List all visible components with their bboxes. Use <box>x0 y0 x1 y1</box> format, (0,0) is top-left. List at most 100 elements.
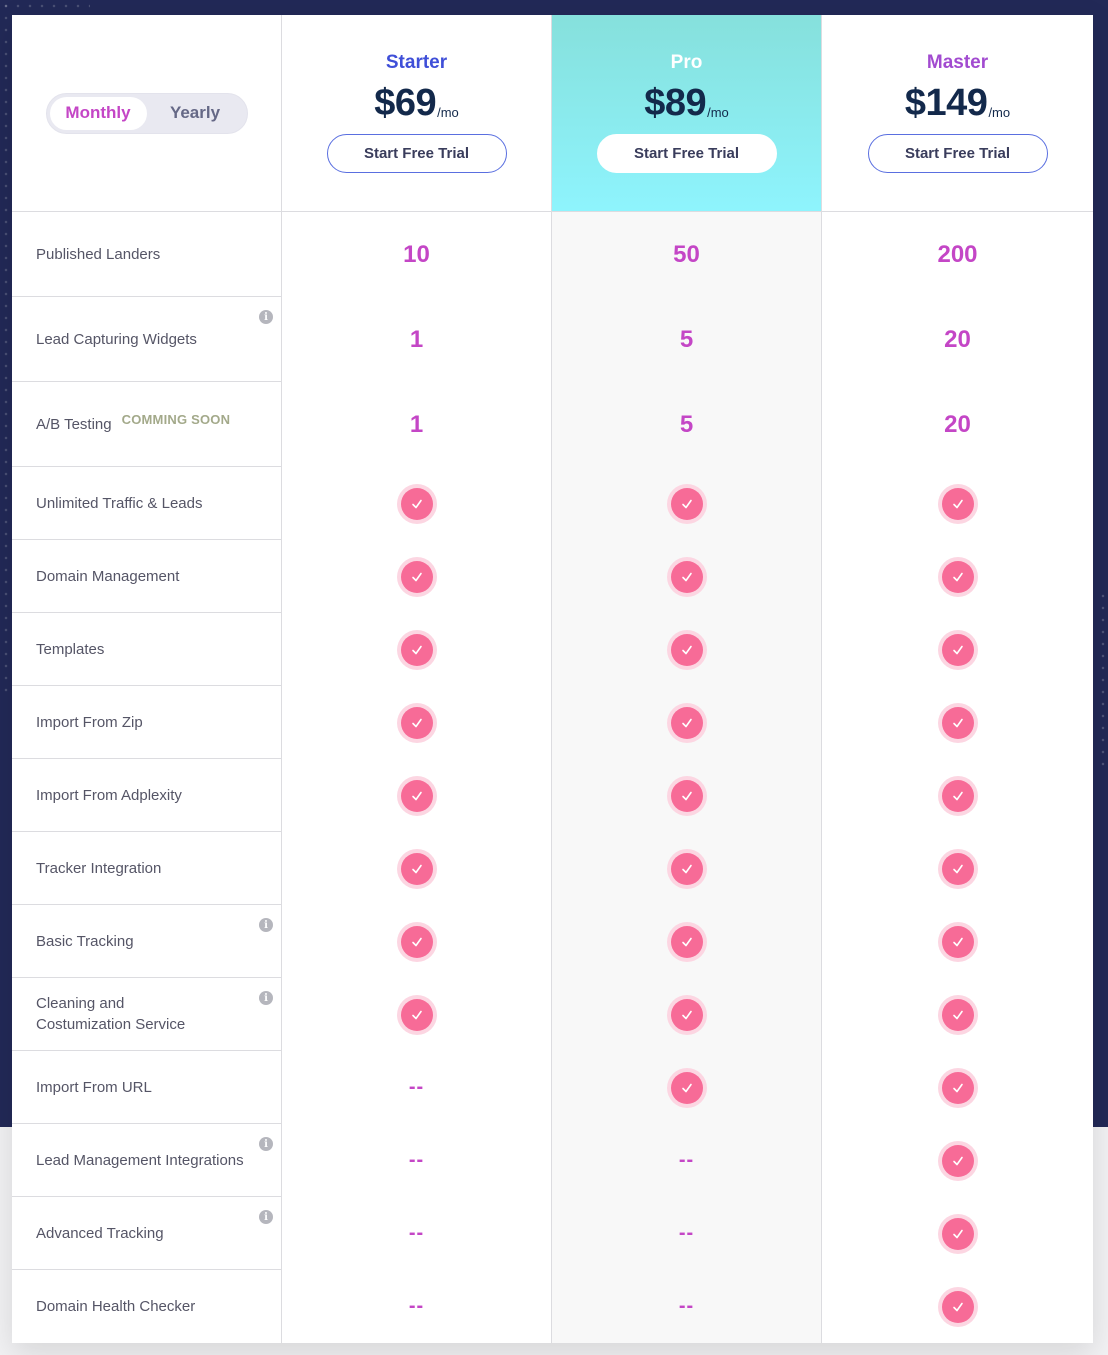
feature-value-cell <box>282 905 552 978</box>
feature-value-cell <box>822 759 1093 832</box>
info-icon[interactable]: i <box>259 991 273 1005</box>
plan-name: Starter <box>385 52 448 73</box>
feature-label-cell: Lead Capturing Widgets i <box>12 297 282 382</box>
feature-value-cell <box>282 540 552 613</box>
check-icon <box>400 925 433 958</box>
info-icon[interactable]: i <box>259 1137 273 1151</box>
feature-row: Templates <box>12 613 1093 686</box>
feature-value-cell <box>822 540 1093 613</box>
feature-label: Unlimited Traffic & Leads <box>36 494 203 512</box>
pricing-table: Monthly Yearly Starter $69 /mo Start Fre… <box>12 15 1093 1343</box>
feature-value-cell <box>282 978 552 1051</box>
check-icon <box>941 1144 974 1177</box>
feature-value-cell <box>552 467 822 540</box>
check-icon <box>941 1217 974 1250</box>
feature-value: 20 <box>944 325 971 353</box>
feature-row: Import From URL -- <box>12 1051 1093 1124</box>
start-free-trial-button[interactable]: Start Free Trial <box>867 134 1048 173</box>
feature-value-cell <box>552 540 822 613</box>
feature-value-cell <box>822 978 1093 1051</box>
feature-value-cell <box>822 1051 1093 1124</box>
billing-toggle[interactable]: Monthly Yearly <box>45 92 248 134</box>
feature-label: Domain Management <box>36 567 180 585</box>
check-icon <box>941 1071 974 1104</box>
check-icon <box>670 1071 703 1104</box>
not-included-dash: -- <box>408 1149 425 1171</box>
feature-value-cell <box>822 686 1093 759</box>
feature-value-cell: 20 <box>822 297 1093 382</box>
check-icon <box>400 779 433 812</box>
check-icon <box>941 706 974 739</box>
plan-name: Pro <box>670 52 703 73</box>
check-icon <box>670 852 703 885</box>
decorative-dots-top <box>0 0 90 14</box>
check-icon <box>941 487 974 520</box>
price-period: /mo <box>437 105 459 120</box>
price-amount: $89 <box>644 82 707 124</box>
feature-label: A/B Testing <box>36 415 112 433</box>
check-icon <box>941 560 974 593</box>
not-included-dash: -- <box>408 1222 425 1244</box>
toggle-monthly[interactable]: Monthly <box>49 96 147 130</box>
feature-value-cell <box>822 905 1093 978</box>
feature-row: Domain Management <box>12 540 1093 613</box>
check-icon <box>670 998 703 1031</box>
pricing-header: Monthly Yearly Starter $69 /mo Start Fre… <box>12 15 1093 212</box>
info-icon[interactable]: i <box>259 310 273 324</box>
feature-row: Tracker Integration <box>12 832 1093 905</box>
feature-label: Lead Capturing Widgets <box>36 330 197 348</box>
feature-label: Import From URL <box>36 1078 152 1096</box>
feature-row: Basic Tracking i <box>12 905 1093 978</box>
price-amount: $69 <box>374 82 437 124</box>
toggle-yearly[interactable]: Yearly <box>147 97 244 130</box>
start-free-trial-button[interactable]: Start Free Trial <box>326 134 507 173</box>
not-included-dash: -- <box>408 1295 425 1317</box>
check-icon <box>941 852 974 885</box>
decorative-dots-right <box>1098 590 1108 770</box>
feature-label-cell: Published Landers <box>12 212 282 297</box>
feature-value-cell <box>822 832 1093 905</box>
feature-value-cell <box>822 1197 1093 1270</box>
check-icon <box>670 487 703 520</box>
check-icon <box>670 779 703 812</box>
start-free-trial-button[interactable]: Start Free Trial <box>596 134 777 173</box>
feature-label-cell: Domain Health Checker <box>12 1270 282 1343</box>
feature-value-cell: -- <box>552 1124 822 1197</box>
plan-master: Master $149 /mo Start Free Trial <box>822 15 1093 211</box>
feature-value-cell <box>822 613 1093 686</box>
feature-value-cell: 20 <box>822 382 1093 467</box>
check-icon <box>400 633 433 666</box>
feature-label-cell: Unlimited Traffic & Leads <box>12 467 282 540</box>
feature-row: A/B Testing COMMING SOON 1 5 20 <box>12 382 1093 467</box>
feature-row: Unlimited Traffic & Leads <box>12 467 1093 540</box>
not-included-dash: -- <box>408 1076 425 1098</box>
feature-value-cell <box>282 686 552 759</box>
info-icon[interactable]: i <box>259 1210 273 1224</box>
feature-value-cell: -- <box>282 1197 552 1270</box>
feature-value-cell <box>282 759 552 832</box>
feature-value-cell: 1 <box>282 297 552 382</box>
feature-label-cell: Import From URL <box>12 1051 282 1124</box>
feature-label-cell: Lead Management Integrations i <box>12 1124 282 1197</box>
coming-soon-badge: COMMING SOON <box>121 411 231 427</box>
feature-value-cell: 5 <box>552 297 822 382</box>
feature-label-cell: Import From Adplexity <box>12 759 282 832</box>
feature-label-cell: Tracker Integration <box>12 832 282 905</box>
feature-value: 20 <box>944 410 971 438</box>
feature-label: Domain Health Checker <box>36 1298 196 1315</box>
info-icon[interactable]: i <box>259 918 273 932</box>
feature-row: Import From Adplexity <box>12 759 1093 832</box>
feature-value-cell: 1 <box>282 382 552 467</box>
check-icon <box>400 560 433 593</box>
decorative-dots <box>0 0 12 700</box>
check-icon <box>400 852 433 885</box>
not-included-dash: -- <box>678 1149 695 1171</box>
feature-value-cell <box>822 1270 1093 1343</box>
check-icon <box>400 706 433 739</box>
feature-value: 1 <box>409 410 424 438</box>
feature-label: Lead Management Integrations <box>36 1151 244 1169</box>
feature-value-cell <box>552 832 822 905</box>
price-period: /mo <box>707 105 729 120</box>
feature-value-cell: -- <box>552 1270 822 1343</box>
feature-value-cell: 200 <box>822 212 1093 297</box>
